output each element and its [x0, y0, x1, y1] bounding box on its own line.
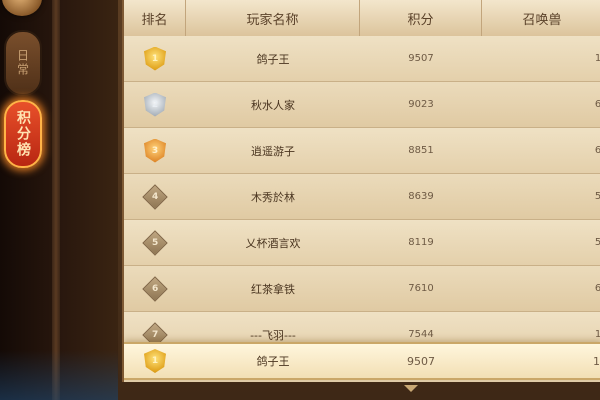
gold-medal-icon: 1 [144, 349, 166, 373]
summon-value: 119 [594, 53, 600, 64]
rank-cell: 6 [124, 266, 186, 311]
player-summon: 560 [482, 220, 600, 265]
rank-number: 1 [151, 53, 159, 64]
summon-value: 560 [594, 237, 600, 248]
sidebar-rail [52, 0, 60, 400]
header-rank[interactable]: 排名 [124, 0, 186, 36]
self-name: 鸽子王 [256, 355, 290, 368]
gold-medal-icon: 1 [144, 46, 166, 71]
sidebar-ornament [2, 0, 42, 16]
rank-number: 3 [151, 145, 159, 156]
leaderboard-panel[interactable]: 排名 玩家名称 积分 召唤兽 1 鸽子王 9507 119 2 秋水人家 9023 660 3 逍… [122, 0, 600, 382]
player-name: 木秀於林 [251, 190, 295, 204]
summon-value: 635 [594, 145, 600, 156]
self-rank: 1 [151, 356, 159, 366]
rank-cell: 3 [124, 128, 186, 173]
rank-number: 5 [151, 237, 159, 248]
silver-medal-icon: 2 [144, 92, 166, 117]
player-score: 9023 [408, 99, 434, 110]
player-name: 乂杯酒言欢 [245, 236, 301, 250]
rank-number: 7 [151, 329, 159, 340]
rank-number: 6 [151, 283, 159, 294]
self-score: 9507 [407, 354, 435, 368]
self-summon-value: 119 [593, 354, 600, 368]
player-name: 逍遥游子 [251, 144, 295, 158]
sidebar-glow [0, 350, 118, 400]
rank-diamond-icon: 6 [142, 275, 168, 302]
player-score: 8851 [408, 145, 434, 156]
table-body[interactable]: 1 鸽子王 9507 119 2 秋水人家 9023 660 3 逍遥游子 8851 635 4 木秀於林… [124, 36, 600, 380]
player-name: 红茶拿铁 [251, 282, 295, 296]
tab-daily[interactable]: 日常 [4, 30, 42, 96]
player-summon: 660 [482, 82, 600, 127]
summon-value: 625 [594, 283, 600, 294]
player-summon: 572 [482, 174, 600, 219]
tab-leaderboard[interactable]: 积分榜 [4, 100, 42, 168]
header-summon[interactable]: 召唤兽 [482, 0, 600, 36]
rank-diamond-icon: 5 [142, 229, 168, 256]
player-summon: 119 [482, 36, 600, 81]
player-summon: 625 [482, 266, 600, 311]
table-row[interactable]: 4 木秀於林 8639 572 [124, 174, 600, 220]
table-row[interactable]: 1 鸽子王 9507 119 [124, 36, 600, 82]
self-rank-row[interactable]: 1 鸽子王 9507 119 [124, 342, 600, 380]
rank-number: 2 [151, 99, 159, 110]
rank-cell: 5 [124, 220, 186, 265]
player-name: 秋水人家 [251, 98, 295, 112]
table-header: 排名 玩家名称 积分 召唤兽 [124, 0, 600, 38]
self-summon: 119 [482, 344, 600, 378]
summon-value: 158 [594, 329, 600, 340]
header-player-name[interactable]: 玩家名称 [186, 0, 360, 36]
bronze-medal-icon: 3 [144, 138, 166, 163]
player-score: 8639 [408, 191, 434, 202]
summon-value: 660 [594, 99, 600, 110]
self-rank-cell: 1 [124, 344, 186, 378]
table-row[interactable]: 2 秋水人家 9023 660 [124, 82, 600, 128]
rank-number: 4 [151, 191, 159, 202]
table-row[interactable]: 5 乂杯酒言欢 8119 560 [124, 220, 600, 266]
rank-cell: 1 [124, 36, 186, 81]
player-score: 7610 [408, 283, 434, 294]
rank-diamond-icon: 4 [142, 183, 168, 210]
player-score: 9507 [408, 53, 434, 64]
scroll-down-icon[interactable] [404, 385, 418, 392]
player-score: 8119 [408, 237, 434, 248]
rank-cell: 2 [124, 82, 186, 127]
player-summon: 635 [482, 128, 600, 173]
rank-cell: 4 [124, 174, 186, 219]
summon-value: 572 [594, 191, 600, 202]
sidebar: 日常 积分榜 [0, 0, 118, 400]
table-row[interactable]: 3 逍遥游子 8851 635 [124, 128, 600, 174]
table-row[interactable]: 6 红茶拿铁 7610 625 [124, 266, 600, 312]
player-name: 鸽子王 [256, 52, 290, 66]
leaderboard-frame: 排名 玩家名称 积分 召唤兽 1 鸽子王 9507 119 2 秋水人家 9023 660 3 逍… [118, 0, 600, 400]
header-score[interactable]: 积分 [360, 0, 482, 36]
